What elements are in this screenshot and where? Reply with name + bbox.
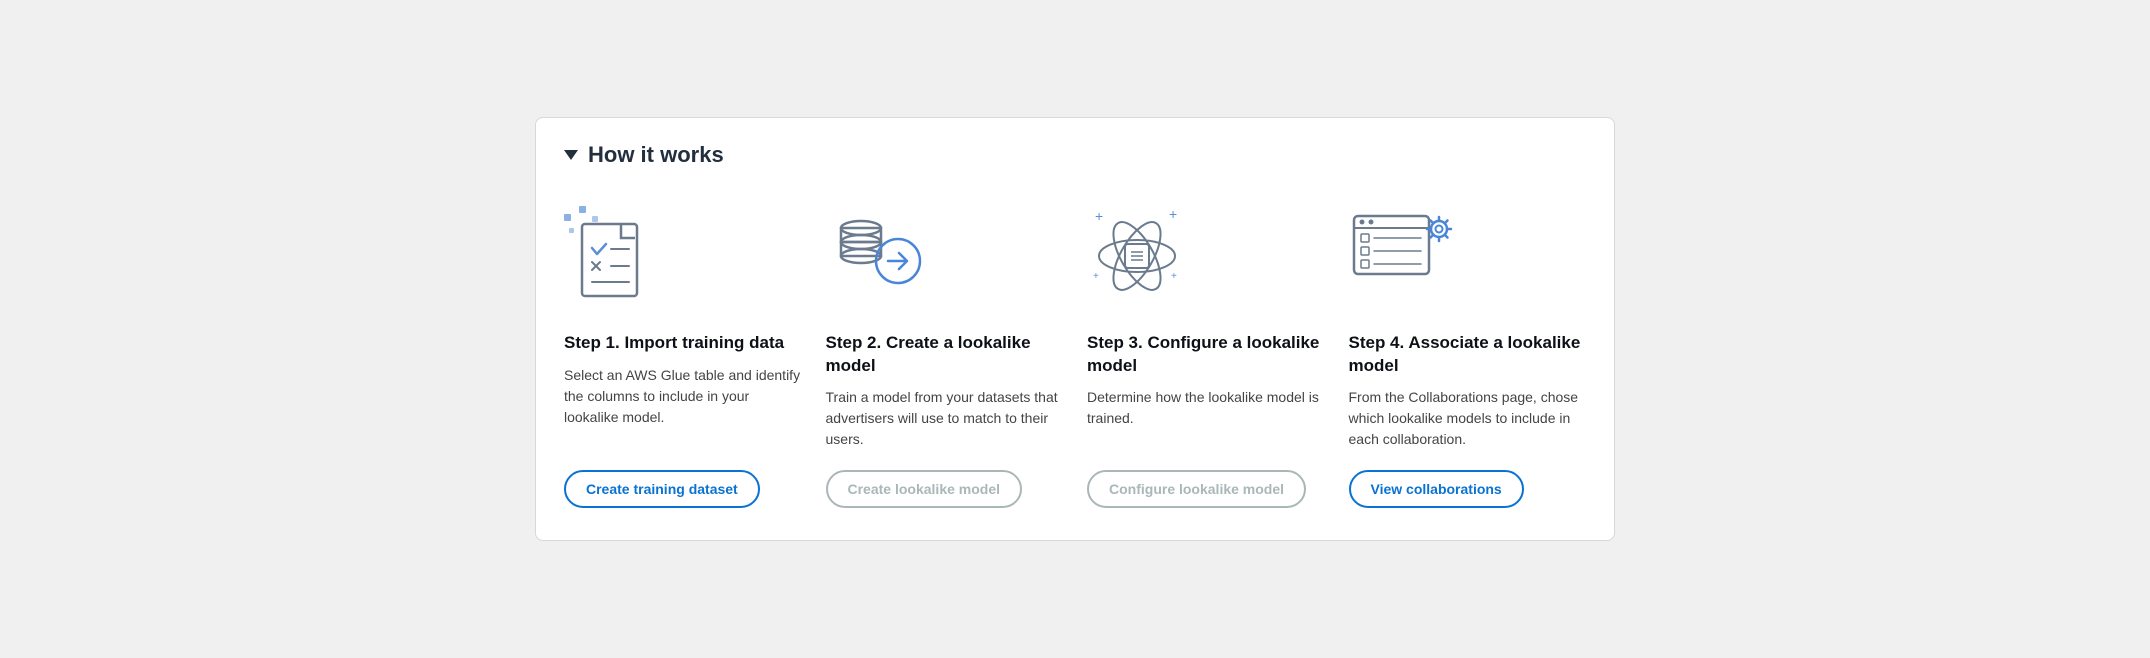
step-2-icon-area <box>826 196 1064 316</box>
step-3-description: Determine how the lookalike model is tra… <box>1087 387 1325 450</box>
configure-model-icon: + + + + <box>1087 201 1187 311</box>
step-1-description: Select an AWS Glue table and identify th… <box>564 365 802 450</box>
step-1: Step 1. Import training data Select an A… <box>564 196 802 507</box>
step-3-icon-area: + + + + <box>1087 196 1325 316</box>
step-3: + + + + Step 3. Configure a lookalike mo… <box>1087 196 1325 507</box>
step-2-title: Step 2. Create a lookalike model <box>826 332 1064 376</box>
step-2-description: Train a model from your datasets that ad… <box>826 387 1064 450</box>
step-4-title: Step 4. Associate a lookalike model <box>1349 332 1587 376</box>
steps-grid: Step 1. Import training data Select an A… <box>564 196 1586 507</box>
panel-header: How it works <box>564 142 1586 168</box>
step-1-icon-area <box>564 196 802 316</box>
svg-text:+: + <box>1169 206 1177 222</box>
configure-lookalike-model-button[interactable]: Configure lookalike model <box>1087 470 1306 508</box>
create-training-dataset-button[interactable]: Create training dataset <box>564 470 760 508</box>
step-1-title: Step 1. Import training data <box>564 332 802 354</box>
import-data-icon <box>564 206 654 306</box>
step-3-title: Step 3. Configure a lookalike model <box>1087 332 1325 376</box>
how-it-works-panel: How it works <box>535 117 1615 540</box>
step-4-icon-area <box>1349 196 1587 316</box>
step-4-description: From the Collaborations page, chose whic… <box>1349 387 1587 450</box>
collapse-icon[interactable] <box>564 150 578 160</box>
step-2: Step 2. Create a lookalike model Train a… <box>826 196 1064 507</box>
panel-title: How it works <box>588 142 724 168</box>
create-lookalike-model-button[interactable]: Create lookalike model <box>826 470 1023 508</box>
view-collaborations-button[interactable]: View collaborations <box>1349 470 1524 508</box>
svg-text:+: + <box>1171 271 1177 282</box>
associate-model-icon <box>1349 206 1459 306</box>
step-4: Step 4. Associate a lookalike model From… <box>1349 196 1587 507</box>
create-model-icon <box>826 206 926 306</box>
svg-text:+: + <box>1095 208 1103 224</box>
svg-text:+: + <box>1093 271 1099 282</box>
